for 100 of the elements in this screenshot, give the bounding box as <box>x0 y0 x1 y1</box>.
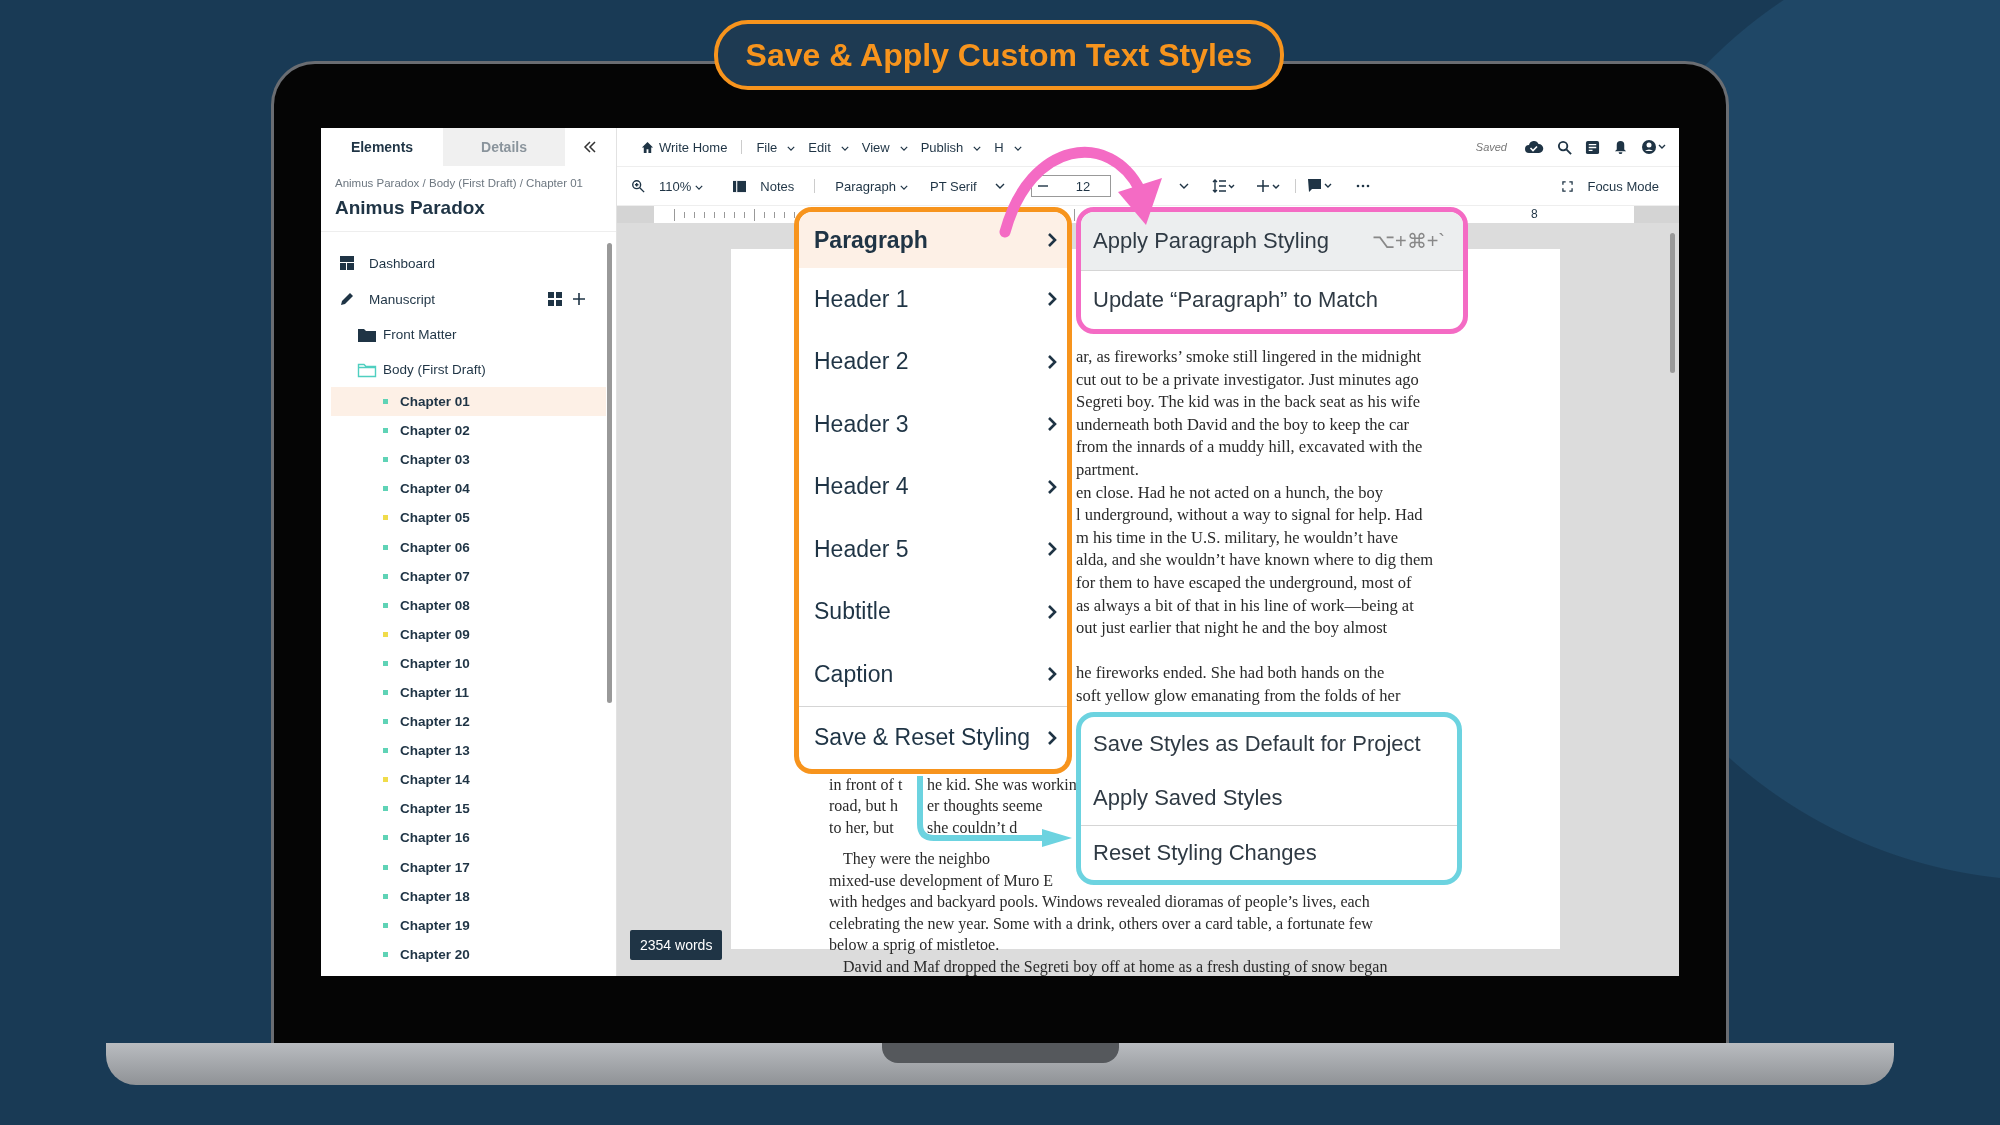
chapter-label: Chapter 17 <box>400 859 470 875</box>
menu-item[interactable]: H <box>989 139 1027 155</box>
insert-icon[interactable] <box>1256 179 1283 193</box>
chevron-icon <box>1047 666 1057 683</box>
caret-icon <box>899 145 908 151</box>
menu-item[interactable]: Apply Paragraph Styling ⌥+⌘+` <box>1081 212 1463 270</box>
text-line: en close. Had he not acted on a hunch, the boy <box>1076 481 1383 504</box>
chapter-label: Chapter 20 <box>400 946 470 962</box>
menu-item[interactable]: Publish <box>915 139 987 155</box>
write-home-link[interactable]: Write Home <box>657 139 733 155</box>
caret-icon <box>840 145 849 151</box>
line-spacing-icon[interactable] <box>1210 179 1235 193</box>
chapter-label: Chapter 06 <box>400 539 470 555</box>
menu-item[interactable]: Caption <box>799 643 1067 706</box>
text-line: with hedges and backyard pools. Windows revealed dioramas of people’s lives, each <box>829 892 1370 913</box>
text-fragment: road, but h <box>829 796 899 816</box>
chapter-item[interactable]: Chapter 18 <box>331 881 606 911</box>
focus-mode-button[interactable]: Focus Mode <box>1579 178 1667 194</box>
chapter-label: Chapter 01 <box>400 394 470 410</box>
chapter-item[interactable]: Chapter 04 <box>331 474 606 504</box>
chapter-item[interactable]: Chapter 07 <box>331 561 606 591</box>
search-icon[interactable] <box>1557 139 1572 155</box>
comment-icon[interactable] <box>1307 179 1334 193</box>
chapter-item[interactable]: Chapter 12 <box>331 707 606 737</box>
chapter-item[interactable]: Chapter 16 <box>331 823 606 853</box>
menu-item[interactable]: Header 1 <box>799 268 1067 331</box>
chapter-item[interactable]: Chapter 01 <box>331 387 606 417</box>
menu-item[interactable]: Subtitle <box>799 580 1067 643</box>
caret-icon[interactable] <box>1178 183 1189 189</box>
text-line: underneath both David and the boy to keep the car <box>1076 413 1410 436</box>
menu-item[interactable]: Apply Saved Styles <box>1081 771 1457 825</box>
chapter-item[interactable]: Chapter 14 <box>331 765 606 795</box>
folder-item[interactable]: Front Matter <box>383 327 457 342</box>
chapter-item[interactable]: Chapter 02 <box>331 416 606 446</box>
scrollbar[interactable] <box>607 243 612 703</box>
notes-button[interactable]: Notes <box>752 178 803 194</box>
chapter-item[interactable]: Chapter 11 <box>331 677 606 708</box>
menu-item[interactable]: Edit <box>803 139 854 155</box>
chapter-item[interactable]: Chapter 19 <box>331 910 606 940</box>
menu-item[interactable]: Header 2 <box>799 330 1067 393</box>
font-dropdown[interactable]: PT Serif <box>922 178 985 194</box>
caret-icon <box>973 145 982 151</box>
chapter-item[interactable]: Chapter 15 <box>331 794 606 824</box>
text-line: mixed-use development of Muro E <box>829 870 1053 891</box>
bell-icon[interactable] <box>1613 139 1628 155</box>
home-icon[interactable] <box>641 140 654 154</box>
chapter-item[interactable]: Chapter 20 <box>331 939 606 969</box>
chapter-item[interactable]: Chapter 09 <box>331 619 606 649</box>
menu-item[interactable]: Header 5 <box>799 518 1067 581</box>
folder-item[interactable]: Body (First Draft) <box>383 362 486 377</box>
text-line: partment. <box>1076 458 1139 481</box>
grid-icon[interactable] <box>548 292 562 306</box>
add-icon[interactable] <box>572 292 586 306</box>
text-line: alda, and she wouldn’t have known where to dig them <box>1076 549 1434 572</box>
minus-icon[interactable] <box>1037 185 1048 187</box>
zoom-dropdown[interactable]: 110% <box>651 178 712 194</box>
notes-panel-icon[interactable] <box>733 179 747 193</box>
chapter-item[interactable]: Chapter 08 <box>331 590 606 620</box>
caret-icon[interactable] <box>994 183 1005 189</box>
chapter-label: Chapter 03 <box>400 452 470 468</box>
text-line: They were the neighbo <box>842 849 991 870</box>
text-line: soft yellow glow emanating from the folds of her <box>1076 684 1401 707</box>
chapter-item[interactable]: Chapter 10 <box>331 648 606 678</box>
chapter-item[interactable]: Chapter 06 <box>331 532 606 562</box>
nav-item[interactable]: Manuscript <box>369 291 534 307</box>
user-icon[interactable] <box>1641 139 1667 155</box>
chapter-item[interactable]: Chapter 05 <box>331 503 606 533</box>
text-fragment: he kid. She was workin <box>927 775 1077 793</box>
scrollbar[interactable] <box>1670 233 1675 373</box>
pencil-icon <box>339 291 355 307</box>
collapse-icon[interactable] <box>583 141 597 153</box>
font-size-field[interactable]: 12 <box>1030 175 1111 197</box>
menu-item[interactable]: Update “Paragraph” to Match <box>1081 270 1463 329</box>
chapter-item[interactable]: Chapter 17 <box>331 852 606 882</box>
text-fragment: in front of t <box>829 774 904 795</box>
text-fragment: to her, but <box>829 817 895 838</box>
menu-item[interactable]: File <box>751 139 801 155</box>
text-line: cut out to be a private investigator. Just minutes ago <box>1076 368 1419 391</box>
text-fragment: er thoughts seeme <box>927 797 1043 814</box>
zoom-icon[interactable] <box>631 179 645 193</box>
focus-icon[interactable] <box>1562 180 1574 192</box>
chapter-item[interactable]: Chapter 03 <box>331 445 606 475</box>
menu-item[interactable]: Save Styles as Default for Project <box>1081 717 1457 771</box>
menu-item[interactable]: Header 4 <box>799 455 1067 518</box>
chapter-label: Chapter 07 <box>400 568 470 584</box>
menu-item[interactable]: Paragraph <box>799 212 1067 268</box>
caret-icon <box>787 145 796 151</box>
chevron-icon <box>1047 729 1057 746</box>
chapter-label: Chapter 02 <box>400 423 470 439</box>
notes-icon[interactable] <box>1585 139 1600 155</box>
menu-item[interactable]: View <box>856 139 913 155</box>
menu-item[interactable]: Save & Reset Styling <box>799 705 1067 769</box>
menu-item[interactable]: Reset Styling Changes <box>1081 825 1457 880</box>
more-icon[interactable] <box>1355 184 1370 188</box>
menu-item[interactable]: Header 3 <box>799 393 1067 456</box>
chapter-item[interactable]: Chapter 13 <box>331 736 606 766</box>
nav-item[interactable]: Dashboard <box>369 255 586 271</box>
project-title: Animus Paradox <box>321 189 616 232</box>
chapter-label: Chapter 13 <box>400 743 470 759</box>
style-dropdown[interactable]: Paragraph <box>827 178 916 194</box>
